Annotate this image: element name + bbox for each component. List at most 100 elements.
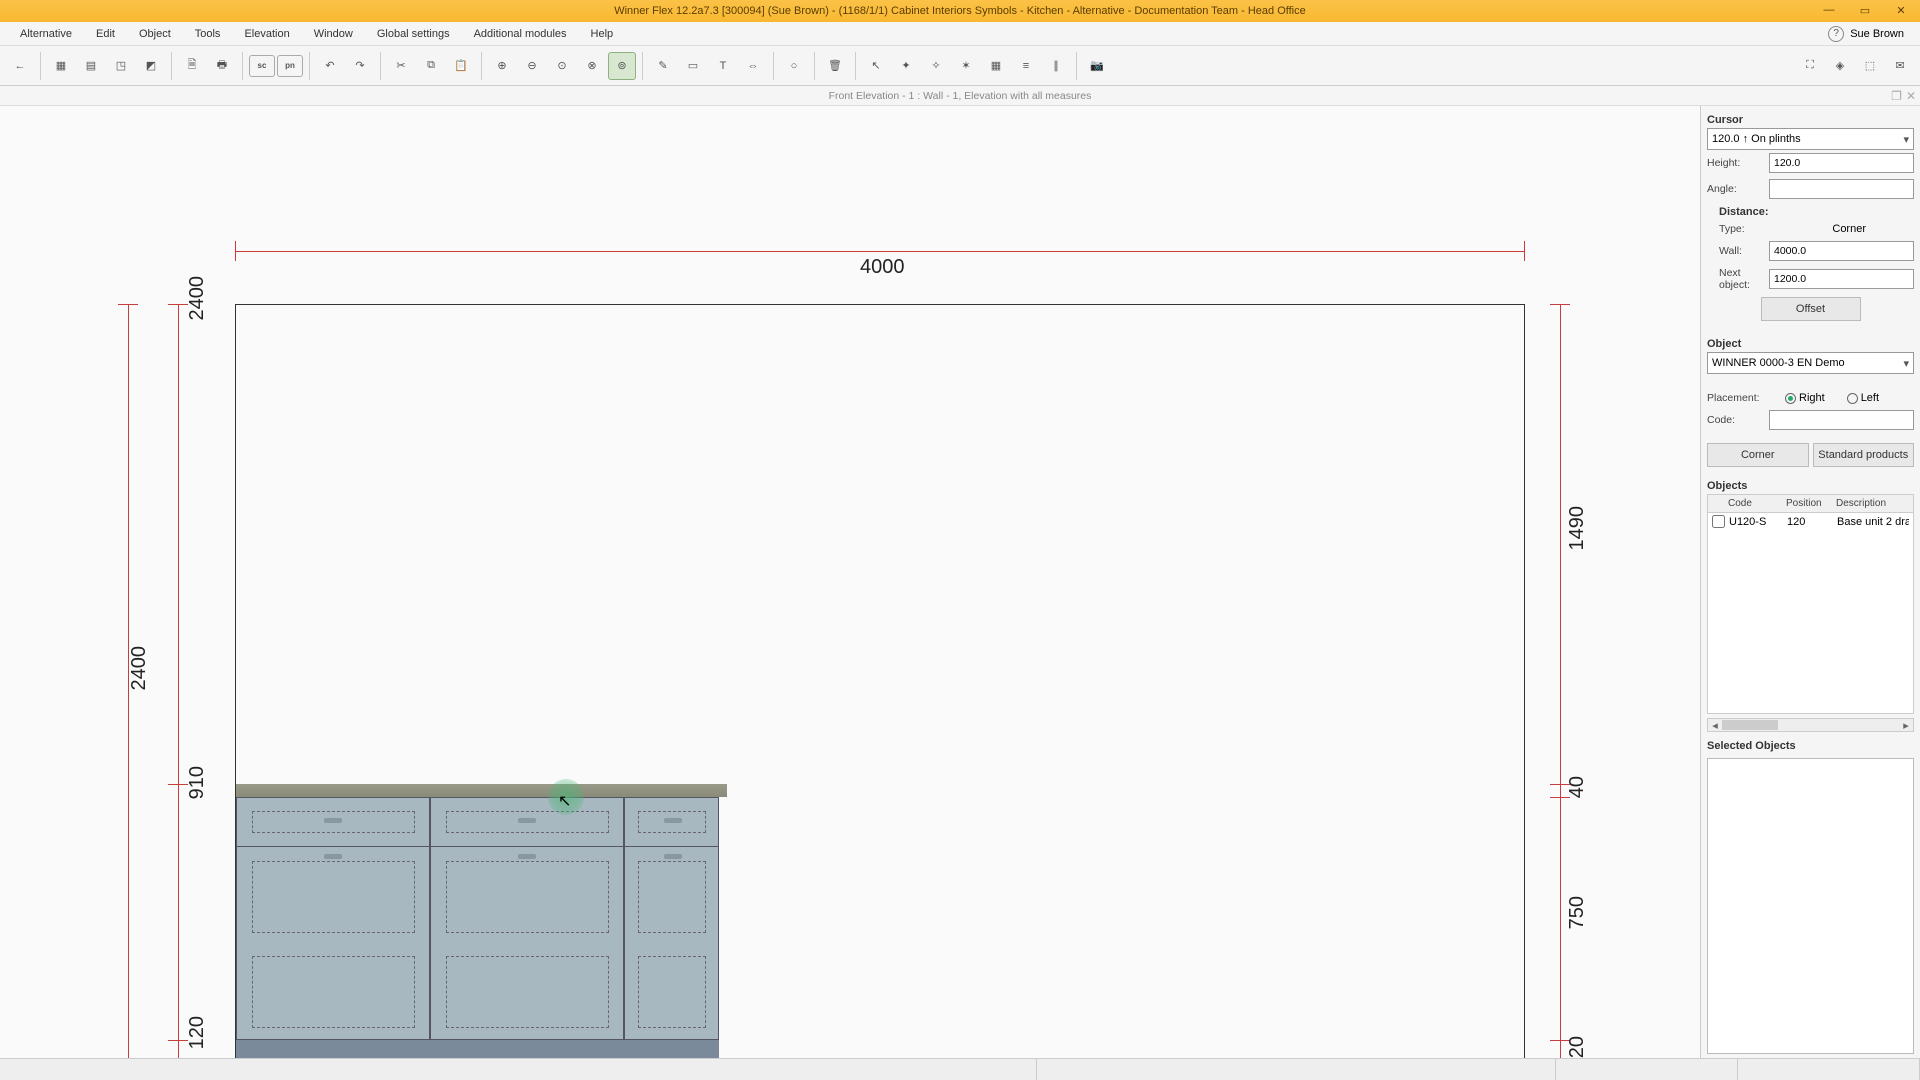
close-button[interactable]: ✕ (1886, 2, 1916, 18)
view-floorplan-button[interactable]: ▦ (47, 52, 75, 80)
undo-button[interactable]: ↶ (316, 52, 344, 80)
dim-tick (235, 241, 236, 261)
drawer-internal (252, 956, 415, 1028)
dim-tick (1550, 304, 1570, 305)
maximize-button[interactable]: ▭ (1850, 2, 1880, 18)
offset-button[interactable]: Offset (1761, 297, 1861, 321)
title-bar: Winner Flex 12.2a7.3 [300094] (Sue Brown… (0, 0, 1920, 22)
distance-heading: Distance: (1719, 206, 1914, 218)
snap-2-button[interactable]: ✧ (922, 52, 950, 80)
snap-1-button[interactable]: ✦ (892, 52, 920, 80)
angle-input[interactable] (1769, 179, 1914, 199)
view-3d-button[interactable]: ◳ (107, 52, 135, 80)
print-button[interactable]: 🖶 (208, 52, 236, 80)
scroll-right-icon[interactable]: ▸ (1899, 719, 1913, 731)
grid-button[interactable]: ▦ (982, 52, 1010, 80)
tab-restore-icon[interactable]: ❐ (1891, 89, 1902, 103)
drawer-handle (324, 854, 342, 859)
pn-button[interactable]: pn (277, 55, 303, 77)
menu-global-settings[interactable]: Global settings (365, 24, 462, 44)
sc-button[interactable]: sc (249, 55, 275, 77)
code-input[interactable] (1769, 410, 1914, 430)
cabinet-divider (623, 797, 625, 1040)
status-bar (0, 1058, 1920, 1080)
table-row[interactable]: U120-S 120 Base unit 2 drawe (1708, 513, 1913, 530)
col-code: Code (1724, 495, 1782, 512)
menu-additional-modules[interactable]: Additional modules (462, 24, 579, 44)
dim-right-1490: 1490 (1566, 506, 1589, 551)
scroll-left-icon[interactable]: ◂ (1708, 719, 1722, 731)
drawing-canvas[interactable]: 4000 2400 2400 910 120 1490 40 750 (0, 106, 1700, 1058)
minimize-button[interactable]: — (1814, 2, 1844, 18)
share-button[interactable]: ◈ (1826, 52, 1854, 80)
redo-button[interactable]: ↷ (346, 52, 374, 80)
wall-input[interactable] (1769, 241, 1914, 261)
radio-icon (1785, 393, 1796, 404)
height-label: Height: (1707, 157, 1765, 169)
menu-alternative[interactable]: Alternative (8, 24, 84, 44)
dim-tick (168, 784, 188, 785)
corner-button[interactable]: Corner (1707, 443, 1809, 467)
menu-object[interactable]: Object (127, 24, 183, 44)
guides-button[interactable]: ∥ (1042, 52, 1070, 80)
angle-label: Angle: (1707, 183, 1765, 195)
drawer-internal (252, 861, 415, 933)
annotate-button[interactable]: ✎ (649, 52, 677, 80)
zoom-fit-button[interactable]: ⊙ (548, 52, 576, 80)
col-description: Description (1832, 495, 1913, 512)
next-object-input[interactable] (1769, 269, 1914, 289)
menu-help[interactable]: Help (579, 24, 626, 44)
cursor-select[interactable]: 120.0 ↑ On plinths ▾ (1707, 128, 1914, 150)
placement-left-label: Left (1861, 392, 1879, 404)
side-panel: Cursor 120.0 ↑ On plinths ▾ Height: Angl… (1700, 106, 1920, 1058)
placement-left-radio[interactable]: Left (1847, 392, 1879, 404)
placement-right-radio[interactable]: Right (1785, 392, 1825, 404)
text-button[interactable]: T (709, 52, 737, 80)
zoom-extents-button[interactable]: ⊚ (608, 52, 636, 80)
zoom-out-button[interactable]: ⊖ (518, 52, 546, 80)
dim-tick (168, 304, 188, 305)
zoom-in-button[interactable]: ⊕ (488, 52, 516, 80)
drawer-line (236, 846, 719, 847)
mail-button[interactable]: ✉ (1886, 52, 1914, 80)
dim-right-750: 750 (1566, 896, 1589, 929)
save-button[interactable]: 🗎 (178, 52, 206, 80)
zoom-window-button[interactable]: ⊗ (578, 52, 606, 80)
delete-button[interactable]: 🗑 (821, 52, 849, 80)
snap-3-button[interactable]: ✶ (952, 52, 980, 80)
standard-products-button[interactable]: Standard products (1813, 443, 1915, 467)
tab-close-icon[interactable]: ✕ (1906, 89, 1916, 103)
export-button[interactable]: ⬚ (1856, 52, 1884, 80)
dimension-button[interactable]: ⇔ (739, 52, 767, 80)
scroll-thumb[interactable] (1722, 720, 1778, 730)
copy-button[interactable]: ⧉ (417, 52, 445, 80)
height-input[interactable] (1769, 153, 1914, 173)
paste-button[interactable]: 📋 (447, 52, 475, 80)
align-button[interactable]: ≡ (1012, 52, 1040, 80)
view-elevation-button[interactable]: ▤ (77, 52, 105, 80)
table-scrollbar[interactable]: ◂ ▸ (1707, 718, 1914, 732)
menu-tools[interactable]: Tools (183, 24, 233, 44)
row-checkbox[interactable] (1712, 515, 1725, 528)
camera-button[interactable]: 📷 (1083, 52, 1111, 80)
col-position: Position (1782, 495, 1832, 512)
help-icon[interactable]: ? (1828, 26, 1844, 42)
dim-left-upper-label: 2400 (186, 276, 209, 321)
cursor-select-value: 120.0 ↑ On plinths (1712, 133, 1801, 145)
note-button[interactable]: ▭ (679, 52, 707, 80)
object-select[interactable]: WINNER 0000-3 EN Demo ▾ (1707, 352, 1914, 374)
menu-window[interactable]: Window (302, 24, 365, 44)
cursor-heading: Cursor (1707, 114, 1914, 126)
select-button[interactable]: ↖ (862, 52, 890, 80)
plinth (236, 1040, 719, 1058)
menu-elevation[interactable]: Elevation (232, 24, 301, 44)
cut-button[interactable]: ✂ (387, 52, 415, 80)
dim-left-outer-label: 2400 (128, 646, 151, 691)
screenshot-button[interactable]: ⛶ (1796, 52, 1824, 80)
menu-edit[interactable]: Edit (84, 24, 127, 44)
code-label: Code: (1707, 414, 1765, 426)
objects-heading: Objects (1707, 480, 1914, 492)
back-button[interactable]: ← (6, 52, 34, 80)
view-perspective-button[interactable]: ◩ (137, 52, 165, 80)
circle-tool-button[interactable]: ○ (780, 52, 808, 80)
